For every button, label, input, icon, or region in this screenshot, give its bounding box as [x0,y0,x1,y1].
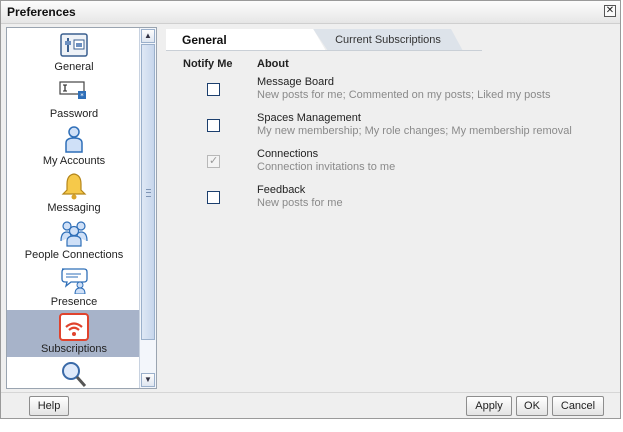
tab-general-subscriptions[interactable]: General Subscriptions [166,29,326,51]
nav-item-search[interactable] [7,357,141,388]
subscription-row: Feedback New posts for me [163,184,603,220]
subscription-row: ✓ Connections Connection invitations to … [163,148,603,184]
password-icon: * [59,81,86,100]
dialog-title: Preferences [7,5,76,19]
nav-item-subscriptions[interactable]: Subscriptions [7,310,141,357]
cancel-button[interactable]: Cancel [552,396,604,416]
nav-item-label: General [54,61,94,73]
nav-list: General * Password My Accounts Messaging… [7,28,141,388]
subscriptions-panel: Current Subscriptions General Subscripti… [163,27,617,389]
column-header-notify: Notify Me [183,58,233,70]
presence-chat-icon [61,268,88,294]
rss-feed-icon [59,313,89,341]
nav-item-label: People Connections [24,249,124,261]
preferences-nav: General * Password My Accounts Messaging… [6,27,157,389]
general-settings-icon [60,33,88,57]
notify-checkbox-message-board[interactable] [207,83,220,96]
nav-item-label: My Accounts [42,155,106,167]
ok-button[interactable]: OK [516,396,548,416]
row-title: Spaces Management [257,112,361,124]
row-description: New posts for me; Commented on my posts;… [257,89,551,101]
nav-item-presence[interactable]: Presence [7,263,141,310]
user-icon [65,126,83,153]
help-button[interactable]: Help [29,396,69,416]
nav-item-people-connections[interactable]: People Connections [7,216,141,263]
notify-checkbox-feedback[interactable] [207,191,220,204]
nav-item-label: Messaging [47,202,101,214]
scroll-down-button[interactable]: ▼ [141,373,155,387]
tab-underline [166,50,482,51]
row-description: Connection invitations to me [257,161,396,173]
scroll-up-button[interactable]: ▲ [141,29,155,43]
tab-bar: Current Subscriptions General Subscripti… [163,27,483,51]
footer-divider [1,392,620,393]
column-header-about: About [257,58,289,70]
close-button[interactable]: ✕ [604,5,616,17]
nav-item-label: Password [49,108,99,120]
notify-checkbox-connections[interactable]: ✓ [207,155,220,168]
row-description: My new membership; My role changes; My m… [257,125,572,137]
nav-item-password[interactable]: * Password [7,75,141,122]
search-icon [62,362,87,387]
row-title: Feedback [257,184,306,196]
preferences-dialog: Preferences ✕ General * Password My Acco… [0,0,621,419]
title-bar: Preferences ✕ [1,1,620,24]
notify-checkbox-spaces-management[interactable] [207,119,220,132]
row-title: Connections [257,148,319,160]
subscription-row: Spaces Management My new membership; My … [163,112,603,148]
bell-icon [61,173,87,200]
nav-scrollbar[interactable]: ▲ ▼ [139,28,156,388]
people-icon [60,221,88,247]
subscription-row: Message Board New posts for me; Commente… [163,76,603,112]
svg-text:*: * [80,92,84,100]
checkmark-icon: ✓ [209,155,219,167]
row-description: New posts for me [257,197,343,209]
nav-item-my-accounts[interactable]: My Accounts [7,122,141,169]
scroll-grip-icon [146,189,151,197]
scroll-thumb[interactable] [141,44,155,340]
apply-button[interactable]: Apply [466,396,512,416]
row-title: Message Board [257,76,335,88]
nav-item-label: Subscriptions [40,343,108,355]
tab-current-subscriptions[interactable]: Current Subscriptions [313,29,463,51]
nav-item-messaging[interactable]: Messaging [7,169,141,216]
nav-item-label: Presence [50,296,98,308]
nav-item-general[interactable]: General [7,28,141,75]
